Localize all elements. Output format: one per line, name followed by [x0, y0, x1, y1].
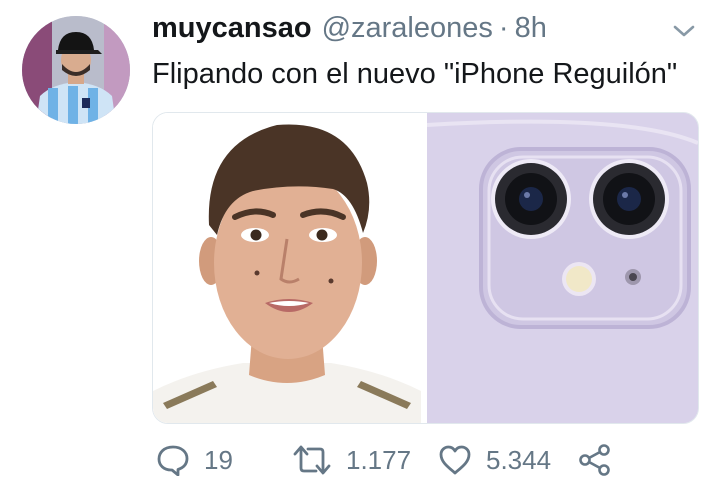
like-button[interactable]: 5.344: [438, 440, 551, 480]
separator-dot: ·: [498, 12, 509, 44]
retweet-button[interactable]: 1.177: [292, 440, 411, 480]
share-button[interactable]: [578, 440, 612, 480]
heart-icon: [438, 444, 472, 476]
chevron-down-icon[interactable]: [670, 20, 698, 42]
display-name[interactable]: muycansao: [152, 12, 312, 45]
retweet-count: 1.177: [346, 444, 412, 475]
media-photo-iphone[interactable]: [427, 113, 698, 423]
user-handle[interactable]: @zaraleones: [322, 12, 493, 45]
retweet-icon: [292, 444, 332, 476]
share-icon: [578, 443, 612, 477]
reply-button[interactable]: 19: [156, 440, 233, 480]
tweet-actions: 19 1.177 5.344: [152, 440, 622, 480]
avatar[interactable]: [22, 16, 130, 124]
timestamp[interactable]: 8h: [515, 12, 547, 45]
media-photo-player[interactable]: [153, 113, 421, 423]
tweet-text: Flipando con el nuevo "iPhone Reguilón": [152, 58, 678, 90]
tweet-header: muycansao @zaraleones · 8h: [152, 12, 547, 52]
like-count: 5.344: [486, 444, 552, 475]
media-grid: [152, 112, 699, 424]
reply-icon: [156, 444, 190, 476]
reply-count: 19: [204, 444, 233, 475]
tweet[interactable]: muycansao @zaraleones · 8h Flipando con …: [0, 0, 718, 502]
